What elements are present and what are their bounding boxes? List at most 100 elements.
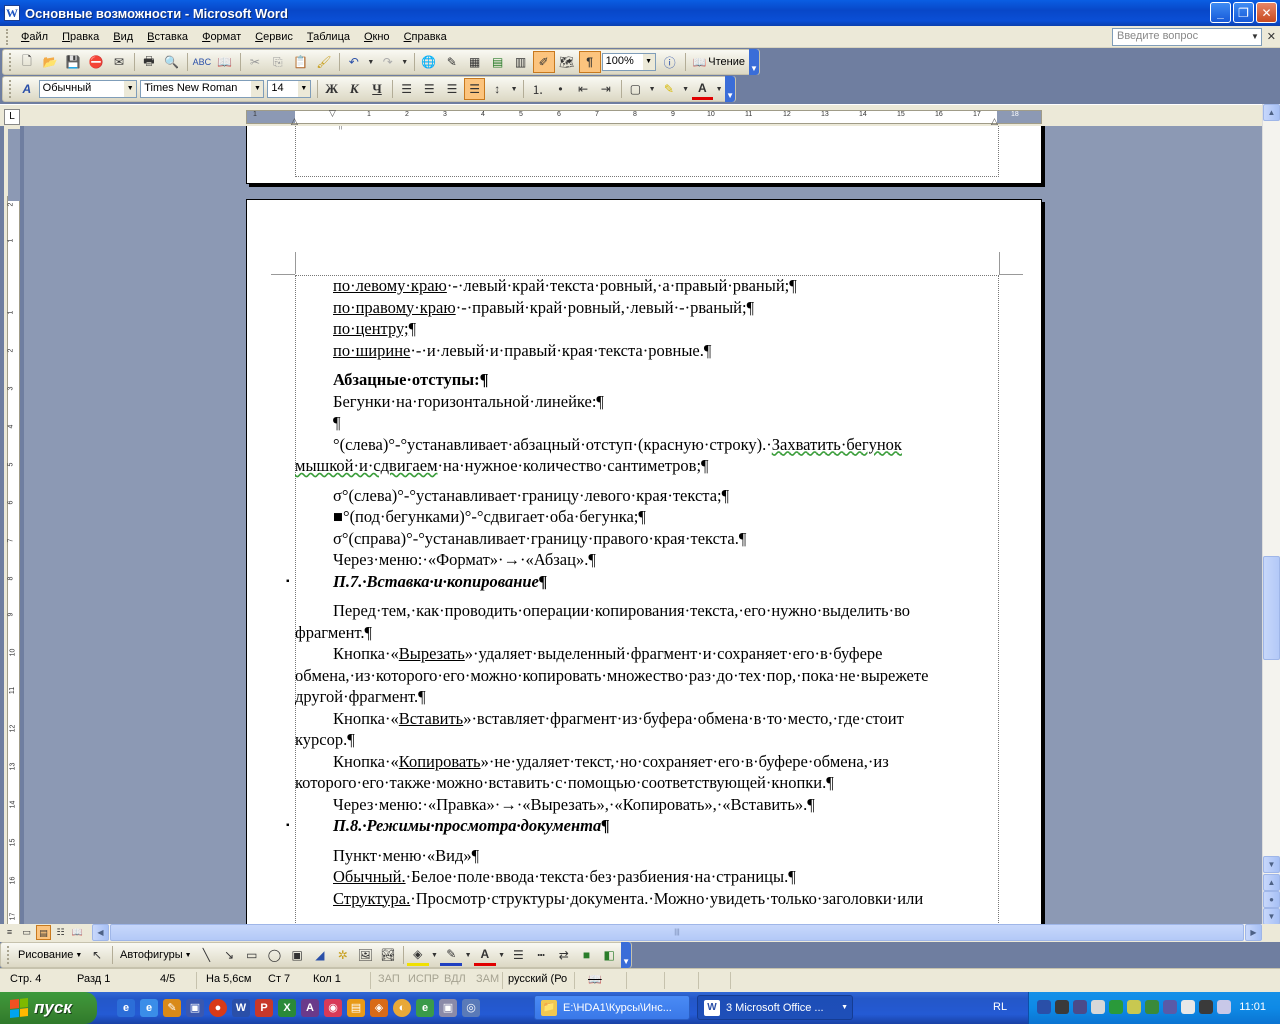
underline-button[interactable]: Ч <box>366 78 388 100</box>
copy-icon[interactable]: ⎘ <box>267 51 289 73</box>
chevron-down-icon[interactable]: ▼ <box>1249 29 1261 45</box>
language-indicator[interactable]: RL <box>993 1001 1007 1013</box>
chevron-down-icon[interactable]: ▼ <box>124 81 137 97</box>
arrow-style-icon[interactable]: ⇄ <box>553 944 575 966</box>
undo-dropdown-icon[interactable]: ▼ <box>366 51 376 73</box>
tray-app3-icon[interactable] <box>1127 1000 1141 1014</box>
font-select[interactable]: Times New Roman ▼ <box>140 80 265 98</box>
align-justify-icon[interactable]: ☰ <box>463 78 486 100</box>
drawing-icon[interactable]: ✐ <box>532 51 555 73</box>
3d-style-icon[interactable]: ◧ <box>598 944 620 966</box>
status-language[interactable]: русский (Ро <box>508 973 567 985</box>
show-hide-pilcrow-icon[interactable]: ¶ <box>578 51 601 73</box>
menu-file[interactable]: Файл <box>14 31 55 43</box>
decrease-indent-icon[interactable]: ⇤ <box>572 78 594 100</box>
line-style-icon[interactable]: ☰ <box>508 944 530 966</box>
menu-edit[interactable]: Правка <box>55 31 106 43</box>
styles-pane-icon[interactable]: A <box>16 78 38 100</box>
font-color-icon[interactable]: A <box>473 944 496 966</box>
toolbar-grip[interactable] <box>9 53 12 71</box>
borders-dropdown-icon[interactable]: ▼ <box>647 78 657 100</box>
page-current[interactable]: по·левому·краю·-·левый·край·текста·ровны… <box>246 199 1042 926</box>
toolbar-options-icon[interactable]: ▼ <box>749 49 759 75</box>
fill-color-icon[interactable]: ◈ <box>406 944 429 966</box>
open-folder-icon[interactable]: 📂 <box>39 51 61 73</box>
insert-table-icon[interactable]: ▦ <box>464 51 486 73</box>
zoom-select[interactable]: 100% ▼ <box>601 53 656 71</box>
tray-volume-icon[interactable] <box>1091 1000 1105 1014</box>
increase-indent-icon[interactable]: ⇥ <box>595 78 617 100</box>
scroll-down-icon[interactable]: ▼ <box>1263 856 1280 873</box>
arrow-icon[interactable]: ↘ <box>218 944 240 966</box>
maximize-button[interactable]: ❐ <box>1233 2 1254 23</box>
rectangle-icon[interactable]: ▭ <box>241 944 263 966</box>
app2-icon[interactable]: ◉ <box>324 999 342 1017</box>
tray-app4-icon[interactable] <box>1145 1000 1159 1014</box>
app7-icon[interactable]: ▣ <box>439 999 457 1017</box>
bold-button[interactable]: Ж <box>321 78 343 100</box>
align-left-icon[interactable]: ☰ <box>396 78 418 100</box>
word-app-icon[interactable]: W <box>4 5 20 21</box>
quicklaunch-icon[interactable]: e <box>117 999 135 1017</box>
next-page-icon[interactable]: ▼ <box>1263 908 1280 925</box>
document-body[interactable]: по·левому·краю·-·левый·край·текста·ровны… <box>286 275 1002 909</box>
word-icon[interactable]: W <box>232 999 250 1017</box>
email-icon[interactable]: ✉ <box>108 51 130 73</box>
media-icon[interactable]: ● <box>209 999 227 1017</box>
toolbar-grip[interactable] <box>9 80 12 98</box>
new-document-icon[interactable]: 🗋 <box>16 51 38 73</box>
status-record[interactable]: ЗАП <box>378 973 400 985</box>
line-spacing-icon[interactable]: ↕ <box>486 78 508 100</box>
print-icon[interactable]: 🖶 <box>138 51 160 73</box>
chevron-down-icon[interactable]: ▼ <box>251 81 264 97</box>
tray-network-icon[interactable] <box>1037 1000 1051 1014</box>
reading-mode-button[interactable]: 📖 Чтение <box>689 56 749 69</box>
permission-icon[interactable]: ⛔ <box>85 51 107 73</box>
insert-excel-icon[interactable]: ▤ <box>487 51 509 73</box>
app6-icon[interactable]: e <box>416 999 434 1017</box>
horizontal-ruler[interactable]: 1 1 2 3 4 5 6 7 8 9 10 11 12 13 14 15 16… <box>246 108 1042 126</box>
excel-icon[interactable]: X <box>278 999 296 1017</box>
document-map-icon[interactable]: 🗺 <box>556 51 578 73</box>
document-area[interactable]: ¶ по·левому·краю·-·левый·край·текста·ров… <box>24 126 1262 926</box>
menu-window[interactable]: Окно <box>357 31 397 43</box>
help-icon[interactable]: ⓘ <box>659 51 681 73</box>
tray-app8-icon[interactable] <box>1217 1000 1231 1014</box>
app5-icon[interactable]: ◐ <box>393 999 411 1017</box>
toolbar-options-icon[interactable]: ▼ <box>621 942 631 968</box>
select-objects-icon[interactable]: ↖ <box>86 944 108 966</box>
page-previous[interactable]: ¶ <box>246 126 1042 184</box>
tray-app5-icon[interactable] <box>1163 1000 1177 1014</box>
autoshapes-button[interactable]: Автофигуры ▼ <box>116 949 196 961</box>
numbering-icon[interactable]: ⒈ <box>527 78 549 100</box>
chevron-down-icon[interactable]: ▼ <box>642 54 655 70</box>
picture-icon[interactable]: 🏞 <box>377 944 399 966</box>
tab-selector[interactable]: L <box>4 109 20 125</box>
tray-app6-icon[interactable] <box>1181 1000 1195 1014</box>
first-line-indent-marker[interactable]: ▽ <box>329 108 338 118</box>
menu-tools[interactable]: Сервис <box>248 31 300 43</box>
research-icon[interactable]: 📖 <box>214 51 236 73</box>
columns-icon[interactable]: ▥ <box>510 51 532 73</box>
normal-view-icon[interactable]: ≡ <box>2 925 17 940</box>
close-document-icon[interactable]: ✕ <box>1267 30 1276 43</box>
dash-style-icon[interactable]: ┅ <box>530 944 552 966</box>
tray-app2-icon[interactable] <box>1073 1000 1087 1014</box>
close-button[interactable]: ✕ <box>1256 2 1277 23</box>
app3-icon[interactable]: ▤ <box>347 999 365 1017</box>
draw-menu-button[interactable]: Рисование ▼ <box>14 949 86 961</box>
format-painter-icon[interactable]: 🖌 <box>313 51 335 73</box>
align-center-icon[interactable]: ☰ <box>418 78 440 100</box>
highlight-dropdown-icon[interactable]: ▼ <box>681 78 691 100</box>
scroll-up-icon[interactable]: ▲ <box>1263 104 1280 121</box>
previous-page-icon[interactable]: ▲ <box>1263 874 1280 891</box>
bullets-icon[interactable]: • <box>550 78 572 100</box>
highlight-icon[interactable]: ✎ <box>658 78 680 100</box>
redo-icon[interactable]: ↷ <box>377 51 399 73</box>
paint-icon[interactable]: ✎ <box>163 999 181 1017</box>
web-view-icon[interactable]: ▭ <box>19 925 34 940</box>
redo-dropdown-icon[interactable]: ▼ <box>400 51 410 73</box>
align-right-icon[interactable]: ☰ <box>441 78 463 100</box>
minimize-button[interactable]: _ <box>1210 2 1231 23</box>
font-size-select[interactable]: 14 ▼ <box>267 80 311 98</box>
